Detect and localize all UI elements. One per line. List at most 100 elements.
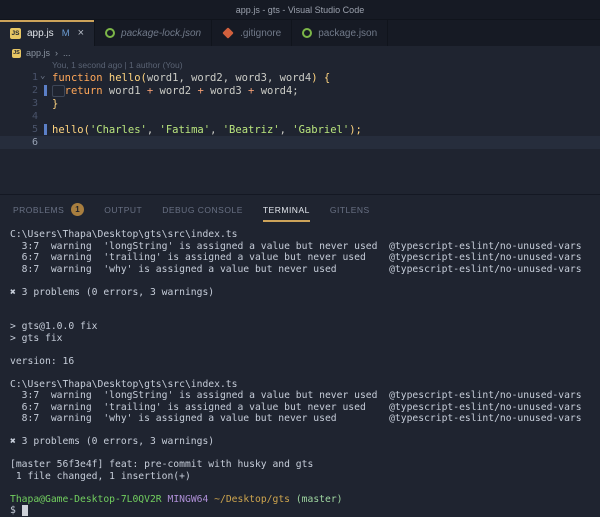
tab-label: .gitignore (240, 27, 282, 39)
code-token: ); (349, 123, 362, 136)
code-text: } (52, 98, 58, 110)
terminal-text: > gts@1.0.0 fix (10, 321, 98, 332)
panel-tab-bar: PROBLEMS 1 OUTPUT DEBUG CONSOLE TERMINAL GITL… (0, 194, 600, 222)
terminal-text: 1 file changed, 1 insertion(+) (10, 470, 191, 482)
terminal-line: 6:7 warning 'trailing' is assigned a val… (10, 402, 600, 414)
breadcrumb-file[interactable]: app.js (26, 48, 50, 58)
tab-package-lock.json[interactable]: package-lock.json (95, 20, 213, 46)
tab-label: package.json (318, 27, 378, 39)
terminal-text: ~/Desktop/gts (214, 493, 290, 505)
fold-chevron-icon[interactable]: ⌄ (40, 71, 45, 81)
terminal-line: version: 16 (10, 356, 600, 368)
terminal-cursor (21, 505, 28, 516)
panel-tab-output[interactable]: OUTPUT (104, 195, 142, 222)
terminal-line: ✖ 3 problems (0 errors, 3 warnings) (10, 287, 600, 299)
panel-tab-debug-console[interactable]: DEBUG CONSOLE (162, 195, 243, 222)
line-number: 2 (31, 85, 38, 96)
window-title: app.js - gts - Visual Studio Code (235, 4, 365, 15)
code-token: 'Fatima' (159, 123, 211, 136)
code-line-2[interactable]: 2 return word1 + word2 + word3 + word4; (0, 84, 600, 97)
code-token (52, 84, 65, 97)
code-token: ) { (311, 71, 331, 84)
terminal-text: 3:7 warning 'longString' is assigned a v… (10, 240, 582, 252)
code-token: return (64, 84, 103, 97)
code-editor[interactable]: You, 1 second ago | 1 author (You) 1 ⌄ fun… (0, 60, 600, 194)
code-token: function (52, 71, 109, 84)
panel-tab-terminal[interactable]: TERMINAL (263, 195, 310, 222)
tab-package.json[interactable]: package.json (292, 20, 389, 46)
panel-tab-problems[interactable]: PROBLEMS 1 (13, 195, 85, 222)
code-token: } (52, 97, 59, 110)
panel-tab-gitlens[interactable]: GITLENS (330, 195, 370, 222)
breadcrumb[interactable]: JS app.js › ... (0, 46, 600, 60)
code-token: word2 (153, 84, 198, 97)
code-text: hello('Charles', 'Fatima', 'Beatriz', 'G… (52, 124, 362, 136)
terminal-text: 8:7 warning 'why' is assigned a value bu… (10, 413, 582, 424)
code-token: 'Beatriz' (222, 123, 280, 136)
code-token: 'Gabriel' (292, 123, 350, 136)
terminal-line: ✖ 3 problems (0 errors, 3 warnings) (10, 436, 600, 448)
line-number: 6 (31, 137, 38, 148)
terminal-line: 8:7 warning 'why' is assigned a value bu… (10, 413, 600, 425)
npm-icon (105, 28, 116, 38)
code-token: hello (52, 123, 84, 136)
breadcrumb-more[interactable]: ... (63, 48, 71, 58)
js-file-icon: JS (12, 48, 21, 58)
terminal-text: ✖ 3 problems (0 errors, 3 warnings) (10, 436, 215, 447)
terminal-text: (master) (295, 493, 343, 505)
terminal-line: 6:7 warning 'trailing' is assigned a val… (10, 252, 600, 264)
code-token: , (210, 123, 223, 136)
code-token: 'Charles' (89, 123, 147, 136)
terminal-text: 8:7 warning 'why' is assigned a value bu… (10, 263, 582, 275)
terminal-line: > gts@1.0.0 fix (10, 321, 600, 333)
codelens-annotation[interactable]: You, 1 second ago | 1 author (You) (52, 60, 600, 71)
terminal-text: 3:7 warning 'longString' is assigned a v… (10, 390, 582, 401)
terminal-line: > gts fix (10, 333, 600, 345)
close-icon[interactable]: × (78, 27, 84, 39)
git-icon (222, 27, 234, 39)
title-bar: app.js - gts - Visual Studio Code (0, 0, 600, 20)
code-line-4[interactable]: 4 (0, 110, 600, 123)
code-text: return word1 + word2 + word3 + word4; (52, 84, 299, 97)
terminal-text: C:\Users\Thapa\Desktop\gts\src\index.ts (10, 378, 238, 390)
code-token: word4; (254, 84, 299, 97)
line-number: 5 (31, 124, 38, 135)
terminal-line: C:\Users\Thapa\Desktop\gts\src\index.ts (10, 379, 600, 391)
terminal-line: 3:7 warning 'longString' is assigned a v… (10, 241, 600, 253)
terminal-text: 6:7 warning 'trailing' is assigned a val… (10, 401, 582, 413)
line-number: 4 (31, 111, 38, 122)
code-token: word3 (203, 84, 249, 97)
terminal-text: $ (10, 505, 22, 516)
terminal-text: version: 16 (10, 355, 75, 367)
terminal-output[interactable]: C:\Users\Thapa\Desktop\gts\src\index.ts … (0, 222, 600, 517)
breadcrumb-separator-icon: › (55, 48, 59, 58)
code-token: , (279, 123, 293, 136)
tab-label: app.js (27, 27, 54, 39)
code-lines: 1 ⌄ function hello(word1, word2, word3, wo… (0, 71, 600, 149)
code-line-6[interactable]: 6 (0, 136, 600, 149)
terminal-text: MINGW64 (167, 493, 209, 505)
terminal-line: 1 file changed, 1 insertion(+) (10, 471, 600, 483)
tab-app.js[interactable]: JS app.js M × (0, 20, 96, 46)
code-line-5[interactable]: 5 hello('Charles', 'Fatima', 'Beatriz', '… (0, 123, 600, 136)
terminal-line: Thapa@Game-Desktop-7L0QV2R MINGW64 ~/Des… (10, 494, 600, 506)
terminal-line: 8:7 warning 'why' is assigned a value bu… (10, 264, 600, 276)
terminal-text: C:\Users\Thapa\Desktop\gts\src\index.ts (10, 229, 238, 240)
code-text: function hello(word1, word2, word3, word… (52, 72, 330, 84)
terminal-text: > gts fix (10, 332, 63, 344)
problems-count-badge: 1 (71, 203, 85, 216)
tab-.gitignore[interactable]: .gitignore (212, 20, 293, 46)
code-line-1[interactable]: 1 ⌄ function hello(word1, word2, word3, wo… (0, 71, 600, 84)
code-token: hello (108, 71, 141, 84)
terminal-line: 3:7 warning 'longString' is assigned a v… (10, 390, 600, 402)
terminal-line: C:\Users\Thapa\Desktop\gts\src\index.ts (10, 229, 600, 241)
git-modified-indicator (44, 124, 47, 135)
terminal-text: 6:7 warning 'trailing' is assigned a val… (10, 252, 582, 263)
code-line-3[interactable]: 3} (0, 97, 600, 110)
